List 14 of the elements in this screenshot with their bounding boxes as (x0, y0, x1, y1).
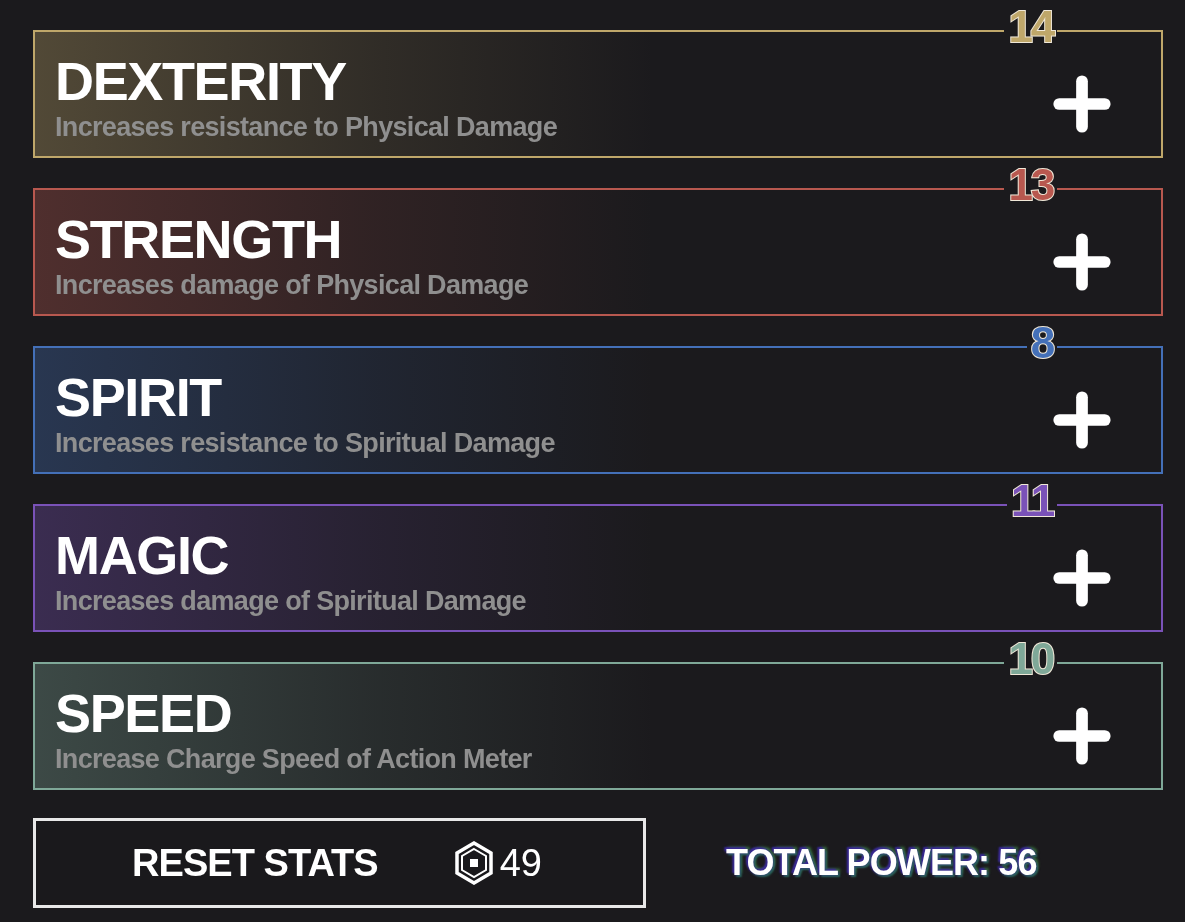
total-power: TOTAL POWER: 56 (726, 841, 1037, 885)
stat-name: SPEED (55, 683, 233, 743)
reset-cost: 49 (499, 840, 542, 886)
stat-name: MAGIC (55, 525, 230, 585)
stat-name: STRENGTH (55, 209, 343, 269)
stat-description: Increases damage of Physical Damage (55, 269, 529, 301)
stat-name: SPIRIT (55, 367, 223, 427)
stat-name: DEXTERITY (55, 51, 347, 111)
stat-description: Increases resistance to Spiritual Damage (55, 427, 555, 459)
coin-icon (453, 841, 494, 885)
stat-description: Increases damage of Spiritual Damage (55, 585, 526, 617)
stat-description: Increases resistance to Physical Damage (55, 111, 557, 143)
stat-description: Increase Charge Speed of Action Meter (55, 743, 532, 775)
reset-stats-button[interactable]: RESET STATS 49 (33, 818, 646, 908)
